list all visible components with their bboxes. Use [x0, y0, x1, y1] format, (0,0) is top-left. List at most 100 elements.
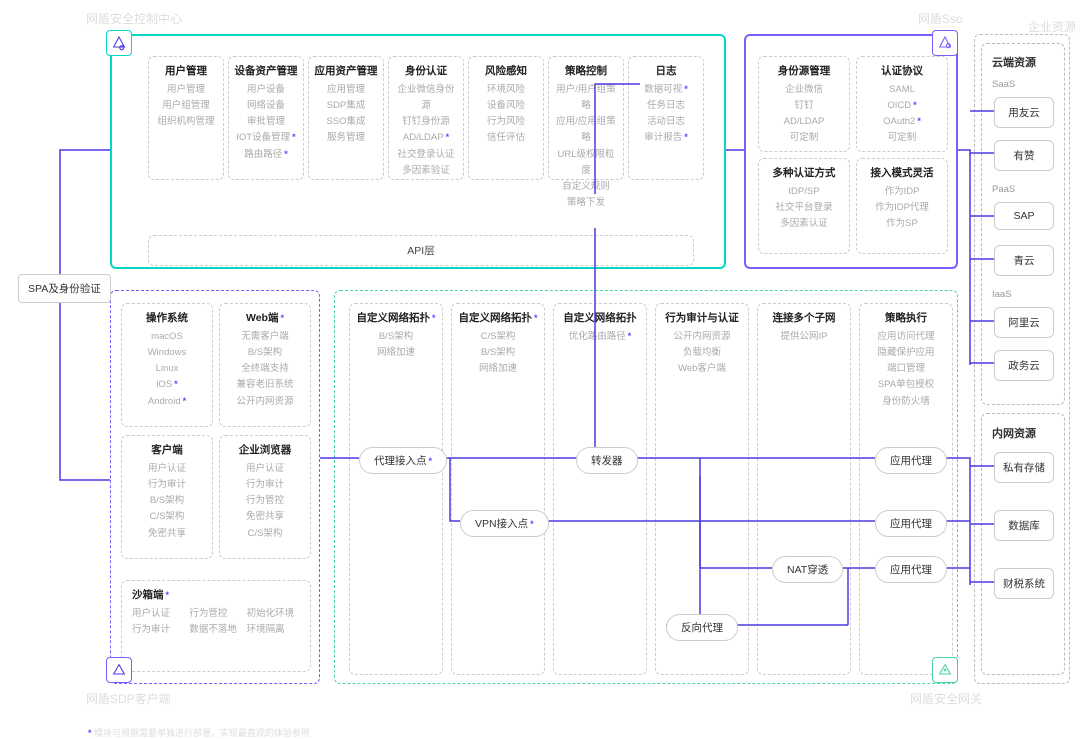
label-corp-res: 企业资源 — [1028, 18, 1076, 35]
card-item: 行为审计 — [224, 477, 306, 493]
card-item: C/S架构 — [126, 509, 208, 525]
card-item: 作为IDP代理 — [861, 200, 943, 216]
card-title: Web端* — [224, 310, 306, 325]
card-item: 多因素认证 — [763, 216, 845, 232]
card-item: B/S架构 — [126, 493, 208, 509]
card-item: 身份防火墙 — [864, 394, 948, 410]
card-title: 企业浏览器 — [224, 442, 306, 457]
gateway-icon — [932, 657, 958, 683]
card-title: 策略控制 — [553, 63, 619, 78]
res-yonyou: 用友云 — [994, 97, 1054, 128]
feature-card: 设备资产管理用户设备网络设备审批管理IOT设备管理*路由路径* — [228, 56, 304, 180]
card-title: 接入模式灵活 — [861, 165, 943, 180]
feature-card: 策略执行应用访问代理隐藏保护应用端口管理SPA单包授权身份防火墙 — [859, 303, 953, 675]
card-title: 身份源管理 — [763, 63, 845, 78]
app-proxy-pill-3: 应用代理 — [875, 556, 947, 583]
card-item: iOS* — [126, 377, 208, 393]
card-item: 兼容老旧系统 — [224, 377, 306, 393]
client-panel: 操作系统macOSWindowsLinuxiOS*Android*Web端*无需… — [110, 290, 320, 684]
paas-label: PaaS — [992, 182, 1015, 198]
card-item: 应用管理 — [313, 82, 379, 98]
card-item: 自定义规则 — [553, 179, 619, 195]
card-item: 提供公网IP — [762, 329, 846, 345]
card-title: 行为审计与认证 — [660, 310, 744, 325]
card-item: URL级权限粒度 — [553, 147, 619, 179]
card-item: 网络加速 — [456, 361, 540, 377]
card-item: 公开内网资源 — [660, 329, 744, 345]
feature-card: 应用资产管理应用管理SDP集成SSO集成服务管理 — [308, 56, 384, 180]
nat-pill: NAT穿透 — [772, 556, 843, 583]
card-item: 作为SP — [861, 216, 943, 232]
card-title: 应用资产管理 — [313, 63, 379, 78]
card-title: 操作系统 — [126, 310, 208, 325]
card-item: macOS — [126, 329, 208, 345]
card-item: SDP集成 — [313, 98, 379, 114]
card-item: SSO集成 — [313, 114, 379, 130]
feature-card: 认证协议SAMLOICD*OAuth2*可定制 — [856, 56, 948, 152]
card-item: 隐藏保护应用 — [864, 345, 948, 361]
feature-card: 多种认证方式IDP/SP社交平台登录多因素认证 — [758, 158, 850, 254]
label-top-sso: 网盾Sso — [918, 10, 963, 27]
feature-card: 策略控制用户/用户组策略应用/应用组策略URL级权限粒度自定义规则策略下发 — [548, 56, 624, 180]
card-item: 数据可视* — [633, 82, 699, 98]
gateway-panel: 自定义网络拓扑*B/S架构网络加速自定义网络拓扑*C/S架构B/S架构网络加速自… — [334, 290, 958, 684]
card-item: Linux — [126, 361, 208, 377]
card-item: SPA单包授权 — [864, 377, 948, 393]
card-title: 用户管理 — [153, 63, 219, 78]
card-title: 认证协议 — [861, 63, 943, 78]
feature-card: 接入模式灵活作为IDP作为IDP代理作为SP — [856, 158, 948, 254]
card-item: 应用/应用组策略 — [553, 114, 619, 146]
sso-icon — [932, 30, 958, 56]
card-item: 行为审计 — [126, 477, 208, 493]
card-item: B/S架构 — [456, 345, 540, 361]
card-title: 多种认证方式 — [763, 165, 845, 180]
card-item: 负载均衡 — [660, 345, 744, 361]
card-item: 用户/用户组策略 — [553, 82, 619, 114]
card-item: Windows — [126, 345, 208, 361]
card-item: 全终端支持 — [224, 361, 306, 377]
card-item: 无需客户端 — [224, 329, 306, 345]
intranet-resources-header: 内网资源 — [992, 425, 1036, 441]
card-item: 路由路径* — [233, 147, 299, 163]
card-title: 策略执行 — [864, 310, 948, 325]
card-item: 环境风险 — [473, 82, 539, 98]
card-item: 行为管控 — [189, 606, 242, 622]
feature-card: 用户管理用户管理用户组管理组织机构管理 — [148, 56, 224, 180]
card-title: 自定义网络拓扑* — [456, 310, 540, 325]
card-item: C/S架构 — [456, 329, 540, 345]
card-title: 日志 — [633, 63, 699, 78]
label-top-left: 网盾安全控制中心 — [86, 10, 182, 27]
card-title: 客户端 — [126, 442, 208, 457]
res-db: 数据库 — [994, 510, 1054, 541]
vpn-entry-pill: VPN接入点* — [460, 510, 549, 537]
card-item: AD/LDAP* — [393, 130, 459, 146]
card-item: OICD* — [861, 98, 943, 114]
card-item: 行为风险 — [473, 114, 539, 130]
card-item: 组织机构管理 — [153, 114, 219, 130]
card-item: 任务日志 — [633, 98, 699, 114]
card-title: 连接多个子网 — [762, 310, 846, 325]
card-item: 钉钉 — [763, 98, 845, 114]
res-zhengwu: 政务云 — [994, 350, 1054, 381]
card-item: 网络加速 — [354, 345, 438, 361]
card-item: 用户管理 — [153, 82, 219, 98]
iaas-label: IaaS — [992, 287, 1012, 303]
card-item: 用户认证 — [224, 461, 306, 477]
client-icon — [106, 657, 132, 683]
card-item: 行为审计 — [132, 622, 185, 638]
card-item: 社交登录认证 — [393, 147, 459, 163]
res-storage: 私有存储 — [994, 452, 1054, 483]
card-title: 自定义网络拓扑 — [558, 310, 642, 325]
card-item: 可定制 — [861, 130, 943, 146]
control-center-icon — [106, 30, 132, 56]
spa-auth-label: SPA及身份验证 — [18, 274, 111, 303]
proxy-entry-pill: 代理接入点* — [359, 447, 447, 474]
card-item: 用户认证 — [132, 606, 185, 622]
reverse-proxy-pill: 反向代理 — [666, 614, 738, 641]
card-item: 端口管理 — [864, 361, 948, 377]
card-item: 信任评估 — [473, 130, 539, 146]
feature-card: 操作系统macOSWindowsLinuxiOS*Android* — [121, 303, 213, 427]
card-item: 多因素验证 — [393, 163, 459, 179]
feature-card: 自定义网络拓扑*B/S架构网络加速 — [349, 303, 443, 675]
card-item: C/S架构 — [224, 526, 306, 542]
